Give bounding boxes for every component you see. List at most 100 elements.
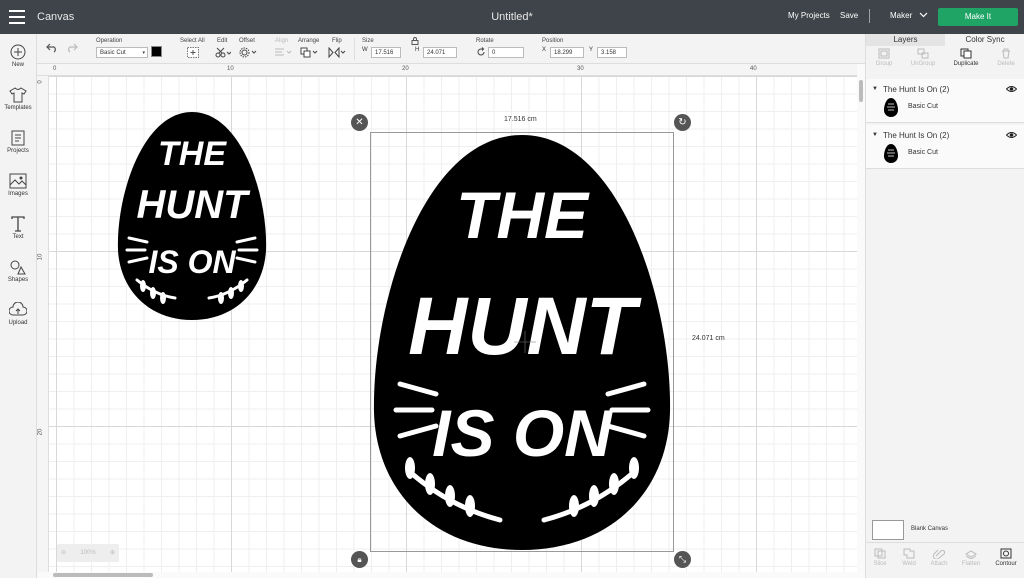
y-value: 3.158: [601, 50, 617, 56]
eye-icon[interactable]: [1006, 85, 1017, 93]
zoom-in-icon[interactable]: ⊕: [110, 544, 115, 562]
width-value: 17.516: [375, 50, 394, 56]
lock-handle-icon[interactable]: 🔒︎: [351, 551, 368, 568]
operation-color-swatch[interactable]: [151, 46, 162, 57]
image-icon: [9, 173, 27, 189]
sidebar-item-upload[interactable]: Upload: [0, 302, 36, 326]
make-it-button[interactable]: Make It: [938, 8, 1018, 26]
height-input[interactable]: 24.071: [423, 47, 457, 58]
duplicate-button[interactable]: Duplicate: [946, 48, 986, 67]
ruler-tick-label: 30: [577, 66, 584, 72]
height-value: 24.071: [427, 50, 446, 56]
ruler-left: 0 10 20: [37, 76, 49, 572]
hamburger-menu-icon[interactable]: [9, 10, 25, 24]
operation-label: Operation: [96, 38, 123, 44]
my-projects-link[interactable]: My Projects: [788, 11, 830, 20]
small-egg-design[interactable]: THE HUNT IS ON: [115, 110, 269, 322]
action-label: Duplicate: [953, 61, 979, 67]
ungroup-icon: [917, 48, 929, 59]
horizontal-scrollbar[interactable]: [37, 572, 857, 578]
tab-color-sync[interactable]: Color Sync: [945, 34, 1024, 46]
design-canvas[interactable]: THE HUNT IS ON THE HUNT IS ON 17.516 cm …: [49, 76, 857, 572]
shapes-icon: [10, 260, 26, 275]
top-bar: Canvas Untitled* My Projects Save Maker …: [0, 0, 1024, 34]
layer-type-label: Basic Cut: [908, 103, 938, 110]
sidebar-item-label: Text: [12, 234, 24, 240]
collapse-arrow-icon[interactable]: ▼: [872, 86, 878, 92]
width-input[interactable]: 17.516: [371, 47, 401, 58]
duplicate-icon: [960, 48, 972, 59]
save-button[interactable]: Save: [840, 11, 858, 20]
offset-icon[interactable]: [239, 47, 257, 58]
eye-icon[interactable]: [1006, 131, 1017, 139]
delete-handle-icon[interactable]: ✕: [351, 114, 368, 131]
selection-width-label: 17.516 cm: [504, 116, 537, 123]
vertical-scrollbar[interactable]: [857, 64, 865, 578]
sidebar-item-templates[interactable]: Templates: [0, 87, 36, 111]
selection-height-label: 24.071 cm: [692, 335, 725, 342]
edit-label: Edit: [217, 38, 228, 44]
attach-icon: [933, 549, 945, 559]
lock-icon[interactable]: [411, 37, 419, 45]
rotate-value: 0: [492, 50, 496, 56]
attach-button[interactable]: Attach: [923, 548, 955, 567]
layer-type-label: Basic Cut: [908, 149, 938, 156]
layer-thumbnail: [884, 144, 898, 163]
sidebar-item-label: Shapes: [7, 277, 29, 283]
weld-button[interactable]: Weld: [893, 548, 925, 567]
position-label: Position: [542, 38, 564, 44]
action-label: Contour: [995, 561, 1017, 567]
slice-button[interactable]: Slice: [864, 548, 896, 567]
resize-handle-icon[interactable]: ⤡: [674, 551, 691, 568]
ruler-tick-label: 10: [37, 253, 44, 261]
y-input[interactable]: 3.158: [597, 47, 627, 58]
zoom-out-icon[interactable]: ⊖: [61, 544, 66, 562]
select-all-icon[interactable]: [187, 47, 199, 58]
ruler-tick-label: 40: [750, 66, 757, 72]
layer-group[interactable]: ▼ The Hunt Is On (2) Basic Cut: [866, 125, 1024, 169]
collapse-arrow-icon[interactable]: ▼: [872, 132, 878, 138]
chevron-down-icon: [920, 12, 928, 18]
document-title[interactable]: Untitled*: [491, 11, 533, 23]
zoom-control[interactable]: ⊖ 100% ⊕: [57, 544, 119, 562]
scroll-thumb[interactable]: [53, 573, 153, 577]
group-icon: [878, 48, 890, 59]
app-title: Canvas: [37, 11, 75, 23]
sidebar-item-projects[interactable]: Projects: [0, 130, 36, 154]
rotate-input[interactable]: 0: [488, 47, 524, 58]
arrange-icon[interactable]: [300, 47, 318, 58]
trash-icon: [1002, 48, 1010, 59]
machine-label: Maker: [890, 11, 913, 20]
scroll-thumb[interactable]: [859, 80, 863, 102]
align-label: Align: [275, 38, 289, 44]
center-crosshair-icon: [514, 331, 536, 353]
flip-icon[interactable]: [328, 47, 346, 58]
layers-panel: Layers Color Sync Group UnGroup Duplicat…: [865, 34, 1024, 578]
flatten-button[interactable]: Flatten: [955, 548, 987, 567]
x-input[interactable]: 18.299: [550, 47, 584, 58]
ungroup-button[interactable]: UnGroup: [903, 48, 943, 67]
group-button[interactable]: Group: [864, 48, 904, 67]
rotate-handle-icon[interactable]: ↻: [674, 114, 691, 131]
ruler-tick-label: 10: [227, 66, 234, 72]
operation-select[interactable]: Basic Cut ▾: [96, 47, 148, 58]
sidebar-item-images[interactable]: Images: [0, 173, 36, 197]
blank-canvas-swatch[interactable]: [872, 520, 904, 540]
machine-select[interactable]: Maker: [890, 11, 928, 20]
sidebar-item-new[interactable]: New: [0, 44, 36, 68]
panel-divider: [866, 542, 1024, 543]
undo-icon[interactable]: [46, 43, 58, 53]
action-label: Group: [875, 61, 893, 67]
layer-group[interactable]: ▼ The Hunt Is On (2) Basic Cut: [866, 79, 1024, 123]
sidebar-item-shapes[interactable]: Shapes: [0, 259, 36, 283]
align-icon[interactable]: [274, 47, 292, 58]
edit-scissors-icon[interactable]: [215, 47, 231, 58]
sidebar-item-text[interactable]: Text: [0, 216, 36, 240]
action-label: Weld: [902, 561, 916, 567]
contour-button[interactable]: Contour: [990, 548, 1022, 567]
tab-layers[interactable]: Layers: [866, 34, 945, 46]
width-label: W: [362, 47, 368, 53]
delete-button[interactable]: Delete: [986, 48, 1024, 67]
y-label: Y: [589, 47, 594, 53]
redo-icon[interactable]: [66, 43, 78, 53]
